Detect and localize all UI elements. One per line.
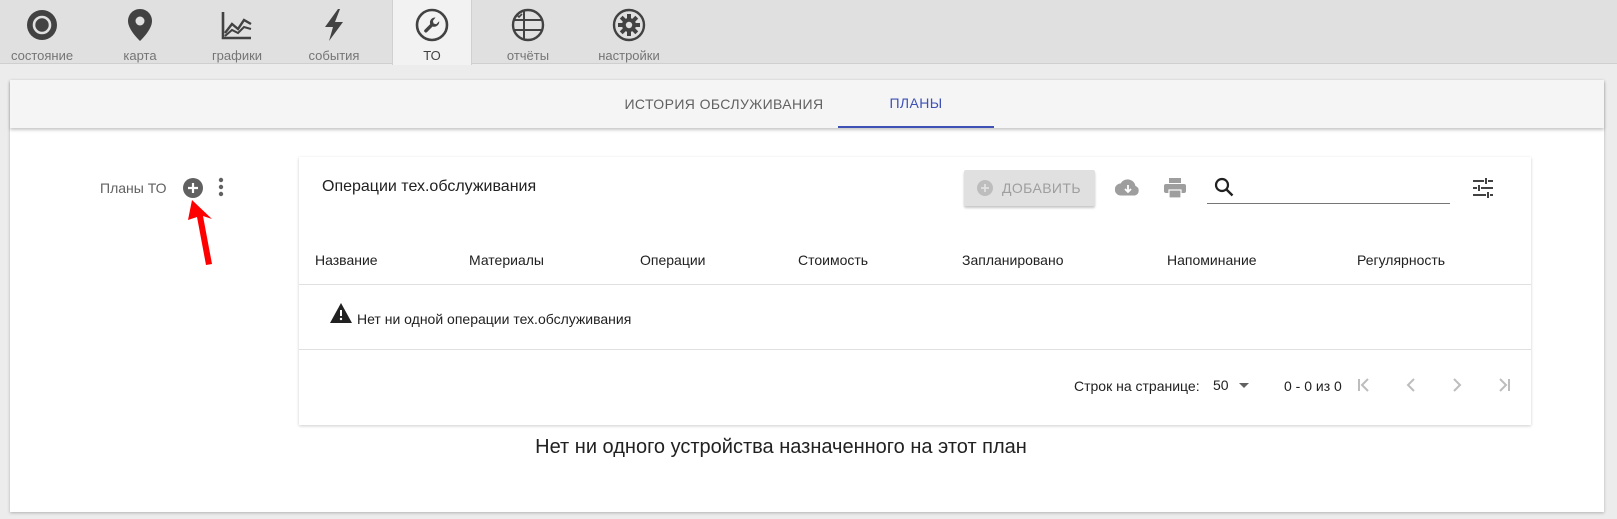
nav-tab-label: события: [308, 48, 360, 63]
nav-tab-label: отчёты: [506, 48, 550, 63]
add-plan-icon[interactable]: [182, 177, 204, 199]
table-empty-row: Нет ни одной операции тех.обслуживания: [299, 285, 1531, 350]
annotation-arrow-icon: [188, 200, 218, 266]
column-header[interactable]: Стоимость: [798, 234, 868, 285]
report-icon: [511, 8, 545, 42]
gear-icon: [612, 8, 646, 42]
search-icon: [1213, 176, 1235, 198]
nav-tab-label: карта: [123, 48, 157, 63]
wrench-icon: [415, 8, 449, 42]
chart-icon: [220, 8, 254, 42]
first-page-icon[interactable]: [1351, 372, 1377, 398]
maintenance-operations-panel: Операции тех.обслуживания ДОБАВИТЬ Назва…: [299, 157, 1531, 425]
status-circle-icon: [25, 8, 59, 42]
pagination: Строк на странице: 50 0 - 0 из 0: [299, 350, 1531, 425]
nav-tab-maintenance[interactable]: ТО: [392, 0, 472, 65]
rows-per-page-select[interactable]: 50: [1213, 377, 1249, 393]
top-navigation: состояние карта графики события ТО отчёт…: [0, 0, 1617, 65]
nav-tab-charts[interactable]: графики: [193, 0, 281, 64]
nav-tab-label: состояние: [10, 48, 74, 63]
add-operation-button[interactable]: ДОБАВИТЬ: [964, 170, 1095, 206]
search-input[interactable]: [1243, 175, 1443, 201]
add-circle-icon: [976, 179, 994, 197]
dropdown-caret-icon: [1238, 382, 1249, 388]
page-range: 0 - 0 из 0: [1284, 378, 1342, 394]
tab-maintenance-history[interactable]: ИСТОРИЯ ОБСЛУЖИВАНИЯ: [610, 80, 838, 128]
subtab-bar: ИСТОРИЯ ОБСЛУЖИВАНИЯ ПЛАНЫ: [10, 80, 1604, 128]
nav-tab-label: ТО: [423, 48, 441, 63]
map-pin-icon: [123, 8, 157, 42]
column-header[interactable]: Напоминание: [1167, 234, 1257, 285]
rows-per-page-value: 50: [1213, 377, 1229, 393]
cloud-download-icon[interactable]: [1114, 174, 1142, 202]
more-vert-icon[interactable]: [216, 176, 226, 198]
search-field: [1207, 172, 1450, 204]
nav-tab-map[interactable]: карта: [96, 0, 184, 64]
add-button-label: ДОБАВИТЬ: [1002, 180, 1081, 196]
nav-tab-label: настройки: [598, 48, 660, 63]
plans-label: Планы ТО: [100, 180, 167, 196]
lightning-icon: [317, 8, 351, 42]
nav-tab-events[interactable]: события: [290, 0, 378, 64]
tab-plans[interactable]: ПЛАНЫ: [838, 80, 994, 128]
table-header: Название Материалы Операции Стоимость За…: [299, 234, 1531, 285]
no-devices-message: Нет ни одного устройства назначенного на…: [535, 436, 1027, 458]
print-icon[interactable]: [1161, 174, 1189, 202]
rows-per-page-label: Строк на странице:: [1074, 378, 1200, 394]
column-header[interactable]: Регулярность: [1357, 234, 1445, 285]
column-header[interactable]: Материалы: [469, 234, 544, 285]
nav-tab-reports[interactable]: отчёты: [484, 0, 572, 64]
nav-tab-settings[interactable]: настройки: [585, 0, 673, 64]
previous-page-icon[interactable]: [1398, 372, 1424, 398]
nav-tab-status[interactable]: состояние: [0, 0, 84, 64]
nav-tab-label: графики: [211, 48, 263, 63]
filter-settings-icon[interactable]: [1469, 174, 1497, 202]
empty-table-message: Нет ни одной операции тех.обслуживания: [357, 311, 632, 327]
panel-title: Операции тех.обслуживания: [322, 178, 537, 195]
next-page-icon[interactable]: [1444, 372, 1470, 398]
column-header[interactable]: Запланировано: [962, 234, 1064, 285]
main-card: ИСТОРИЯ ОБСЛУЖИВАНИЯ ПЛАНЫ Планы ТО Опер…: [10, 80, 1604, 512]
column-header[interactable]: Операции: [640, 234, 706, 285]
last-page-icon[interactable]: [1491, 372, 1517, 398]
warning-icon: [329, 302, 353, 324]
column-header[interactable]: Название: [315, 234, 378, 285]
